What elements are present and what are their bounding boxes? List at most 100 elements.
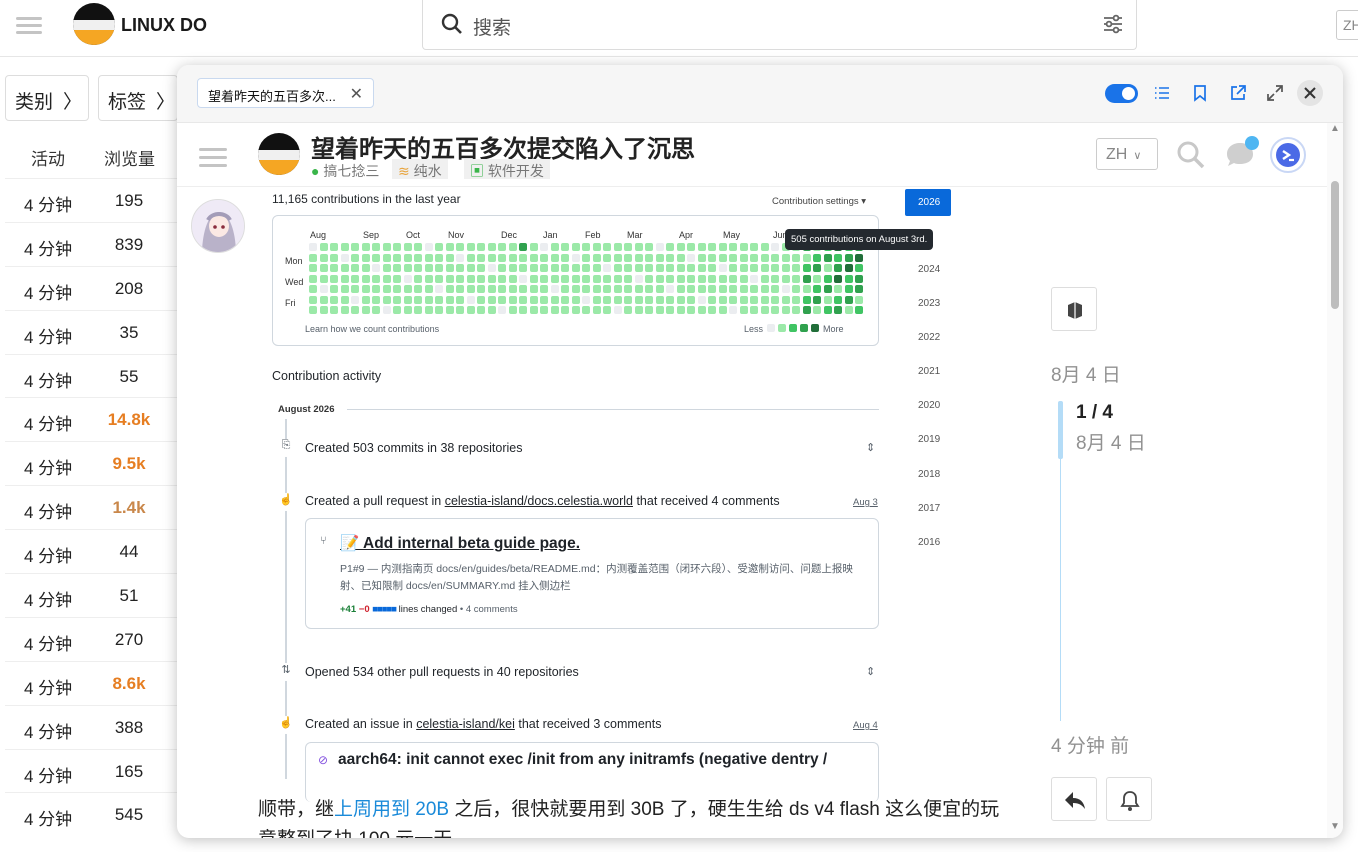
contribution-cell[interactable] [393,264,401,272]
contribution-cell[interactable] [655,306,664,314]
tag-badge[interactable]: ▣ 软件开发 [464,159,550,179]
contribution-cell[interactable] [666,264,674,272]
contribution-cell[interactable] [361,264,370,272]
year-filter-2019[interactable]: 2019 [918,434,964,445]
contribution-cell[interactable] [445,295,454,304]
contribution-cell[interactable] [456,243,464,251]
contribution-cell[interactable] [561,285,569,293]
contribution-cell[interactable] [487,306,496,314]
contribution-cell[interactable] [666,295,674,304]
contribution-cell[interactable] [424,253,433,262]
table-row[interactable]: 4 分钟 35 [5,309,177,354]
contribution-cell[interactable] [802,253,811,262]
contribution-cell[interactable] [823,253,832,262]
contribution-cell[interactable] [487,285,496,293]
contribution-cell[interactable] [435,306,443,314]
scroll-down-icon[interactable]: ▼ [1330,821,1340,832]
contribution-cell[interactable] [561,295,569,304]
pr-title[interactable]: 📝 Add internal beta guide page. [340,534,580,553]
contribution-cell[interactable] [372,253,380,262]
contribution-cell[interactable] [792,264,800,272]
site-logo[interactable] [258,133,300,175]
table-row[interactable]: 4 分钟 208 [5,265,177,310]
contribution-cell[interactable] [403,295,412,304]
contribution-cell[interactable] [498,253,506,262]
contribution-cell[interactable] [466,253,475,262]
contribution-cell[interactable] [603,274,611,283]
contribution-cell[interactable] [666,274,674,283]
contribution-cell[interactable] [729,243,737,251]
year-filter-2024[interactable]: 2024 [918,264,964,275]
contribution-cell[interactable] [771,243,779,251]
contribution-cell[interactable] [603,285,611,293]
user-avatar[interactable] [1270,137,1306,173]
contribution-cell[interactable] [613,295,622,304]
contribution-cell[interactable] [550,264,559,272]
table-row[interactable]: 4 分钟 1.4k [5,485,177,529]
contribution-cell[interactable] [319,264,328,272]
contribution-cell[interactable] [382,285,391,293]
contribution-cell[interactable] [466,306,475,314]
pr-repo-link[interactable]: celestia-island/docs.celestia.world [445,494,633,508]
contribution-cell[interactable] [393,295,401,304]
contribution-cell[interactable] [655,274,664,283]
contribution-cell[interactable] [823,264,832,272]
contribution-cell[interactable] [592,243,601,251]
search-input[interactable]: 搜索 [473,13,511,40]
toggle-switch[interactable] [1105,84,1138,103]
contribution-cell[interactable] [382,274,391,283]
contribution-cell[interactable] [634,306,643,314]
pr-date[interactable]: Aug 3 [853,497,878,508]
learn-link[interactable]: Learn how we count contributions [305,324,439,334]
contribution-cell[interactable] [351,285,359,293]
hamburger-menu-icon[interactable] [16,13,42,37]
contribution-cell[interactable] [393,306,401,314]
contribution-cell[interactable] [697,306,706,314]
contribution-cell[interactable] [645,285,653,293]
contribution-cell[interactable] [435,243,443,251]
contribution-cell[interactable] [393,274,401,283]
contribution-cell[interactable] [351,306,359,314]
contribution-cell[interactable] [550,253,559,262]
contribution-cell[interactable] [844,274,853,283]
contribution-cell[interactable] [340,243,349,251]
contribution-cell[interactable] [750,264,758,272]
contribution-cell[interactable] [445,306,454,314]
contribution-cell[interactable] [708,253,716,262]
contribution-cell[interactable] [739,274,748,283]
category-filter-button[interactable]: 类别〉 [5,75,89,121]
contribution-cell[interactable] [634,253,643,262]
contribution-cell[interactable] [855,253,863,262]
contribution-cell[interactable] [823,285,832,293]
contribution-cell[interactable] [666,285,674,293]
contribution-cell[interactable] [624,306,632,314]
contribution-cell[interactable] [340,295,349,304]
close-modal-button[interactable] [1297,80,1323,106]
contribution-cell[interactable] [760,253,769,262]
contribution-cell[interactable] [424,285,433,293]
contribution-cell[interactable] [477,274,485,283]
year-filter-2021[interactable]: 2021 [918,366,964,377]
contribution-cell[interactable] [697,285,706,293]
contribution-cell[interactable] [477,295,485,304]
contribution-cell[interactable] [582,295,590,304]
contribution-cell[interactable] [792,274,800,283]
contribution-cell[interactable] [382,243,391,251]
contribution-cell[interactable] [687,274,695,283]
contribution-cell[interactable] [834,285,842,293]
contribution-cell[interactable] [361,243,370,251]
contribution-cell[interactable] [739,253,748,262]
contribution-cell[interactable] [634,264,643,272]
issue-title[interactable]: aarch64: init cannot exec /init from any… [338,751,873,769]
contribution-cell[interactable] [330,253,338,262]
table-row[interactable]: 4 分钟 839 [5,221,177,266]
contribution-cell[interactable] [760,285,769,293]
table-row[interactable]: 4 分钟 55 [5,353,177,398]
contribution-cell[interactable] [834,274,842,283]
contribution-cell[interactable] [508,274,517,283]
contribution-cell[interactable] [718,243,727,251]
contribution-cell[interactable] [802,306,811,314]
language-button[interactable]: ZH [1336,10,1358,40]
contribution-cell[interactable] [529,295,538,304]
contribution-cell[interactable] [456,274,464,283]
